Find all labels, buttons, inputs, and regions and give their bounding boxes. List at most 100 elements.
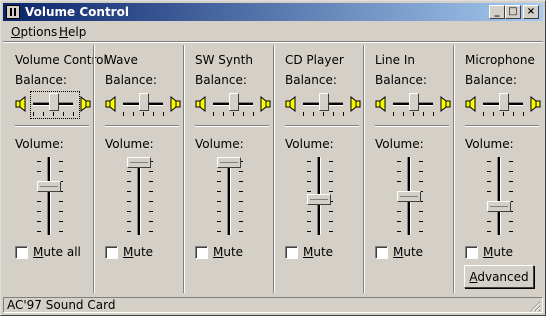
volume-tick (509, 171, 513, 172)
volume-tick (217, 191, 221, 192)
volume-tick (239, 231, 243, 232)
column-divider (375, 125, 449, 127)
volume-slider[interactable] (385, 155, 435, 239)
volume-slider[interactable] (475, 155, 525, 239)
volume-thumb[interactable] (217, 157, 241, 168)
volume-tick (419, 231, 423, 232)
channel-name: Wave (105, 53, 138, 67)
volume-tick (59, 231, 63, 232)
mute-label: Mute (393, 245, 424, 259)
balance-tick (153, 112, 154, 116)
menu-options[interactable]: Options (11, 25, 57, 39)
close-button[interactable]: × (523, 5, 539, 19)
balance-thumb[interactable] (409, 93, 419, 111)
volume-tick (149, 181, 153, 182)
balance-tick (343, 112, 344, 116)
balance-thumb[interactable] (139, 93, 149, 111)
mute-checkbox-box[interactable] (105, 246, 118, 259)
volume-tick (217, 231, 221, 232)
balance-thumb[interactable] (229, 93, 239, 111)
volume-tick (307, 221, 311, 222)
balance-slider[interactable] (121, 93, 165, 117)
column-divider (465, 125, 539, 127)
volume-track (497, 157, 501, 235)
balance-tick (333, 112, 334, 116)
volume-track (137, 157, 141, 235)
volume-tick (217, 201, 221, 202)
menu-bar: Options Help (3, 23, 543, 41)
volume-slider[interactable] (295, 155, 345, 239)
volume-app-icon[interactable] (6, 5, 20, 19)
volume-tick (487, 171, 491, 172)
balance-tick (483, 112, 484, 116)
speaker-right-icon (350, 96, 361, 112)
title-bar[interactable]: Volume Control _ □ × (3, 3, 543, 21)
menu-help-label: elp (68, 25, 87, 39)
volume-label: Volume: (285, 137, 334, 151)
volume-tick (149, 211, 153, 212)
volume-control-window: Volume Control _ □ × Options Help Volume… (0, 0, 546, 316)
speaker-right-icon (170, 96, 181, 112)
volume-tick (127, 171, 131, 172)
mute-checkbox-box[interactable] (375, 246, 388, 259)
speaker-left-icon (195, 96, 206, 112)
balance-slider[interactable] (211, 93, 255, 117)
volume-tick (419, 211, 423, 212)
mute-label: Mute (213, 245, 244, 259)
channel-column: Wave Balance: Volume: Mute (95, 45, 185, 293)
channel-name: SW Synth (195, 53, 253, 67)
volume-tick (59, 201, 63, 202)
volume-thumb[interactable] (487, 201, 511, 213)
volume-tick (419, 161, 423, 162)
balance-label: Balance: (285, 73, 337, 87)
balance-thumb[interactable] (319, 93, 329, 111)
mute-checkbox-box[interactable] (465, 246, 478, 259)
volume-tick (397, 181, 401, 182)
volume-tick (59, 171, 63, 172)
volume-thumb[interactable] (127, 157, 151, 168)
channel-column: Line In Balance: Volume: Mute (365, 45, 455, 293)
volume-label: Volume: (195, 137, 244, 151)
volume-thumb[interactable] (307, 194, 331, 206)
volume-slider[interactable] (205, 155, 255, 239)
menu-help[interactable]: Help (59, 25, 86, 39)
resize-grip-icon[interactable] (530, 301, 541, 312)
volume-tick (217, 221, 221, 222)
window-title: Volume Control (25, 5, 129, 19)
balance-slider[interactable] (391, 93, 435, 117)
volume-thumb[interactable] (397, 191, 421, 202)
volume-track (227, 157, 231, 235)
volume-tick (37, 211, 41, 212)
volume-tick (239, 181, 243, 182)
balance-tick (213, 112, 214, 116)
balance-control (195, 93, 271, 117)
advanced-label: dvanced (477, 269, 529, 284)
balance-tick (493, 112, 494, 116)
volume-label: Volume: (105, 137, 154, 151)
advanced-button[interactable]: Advanced (464, 265, 534, 288)
mute-checkbox-box[interactable] (15, 246, 28, 259)
volume-tick (239, 221, 243, 222)
mute-checkbox-box[interactable] (195, 246, 208, 259)
volume-tick (487, 231, 491, 232)
volume-tick (487, 181, 491, 182)
volume-slider[interactable] (115, 155, 165, 239)
column-divider (285, 125, 359, 127)
balance-slider[interactable] (481, 93, 525, 117)
volume-tick (329, 191, 333, 192)
maximize-button[interactable]: □ (505, 5, 521, 19)
volume-tick (127, 221, 131, 222)
minimize-button[interactable]: _ (489, 5, 505, 19)
volume-tick (307, 211, 311, 212)
mute-checkbox-box[interactable] (285, 246, 298, 259)
speaker-left-icon (15, 96, 26, 112)
balance-control (15, 91, 91, 119)
balance-control (285, 93, 361, 117)
volume-thumb[interactable] (37, 180, 61, 192)
volume-tick (329, 161, 333, 162)
volume-tick (307, 171, 311, 172)
volume-tick (149, 201, 153, 202)
volume-slider[interactable] (25, 155, 75, 239)
balance-slider[interactable] (301, 93, 345, 117)
balance-thumb[interactable] (499, 93, 509, 111)
